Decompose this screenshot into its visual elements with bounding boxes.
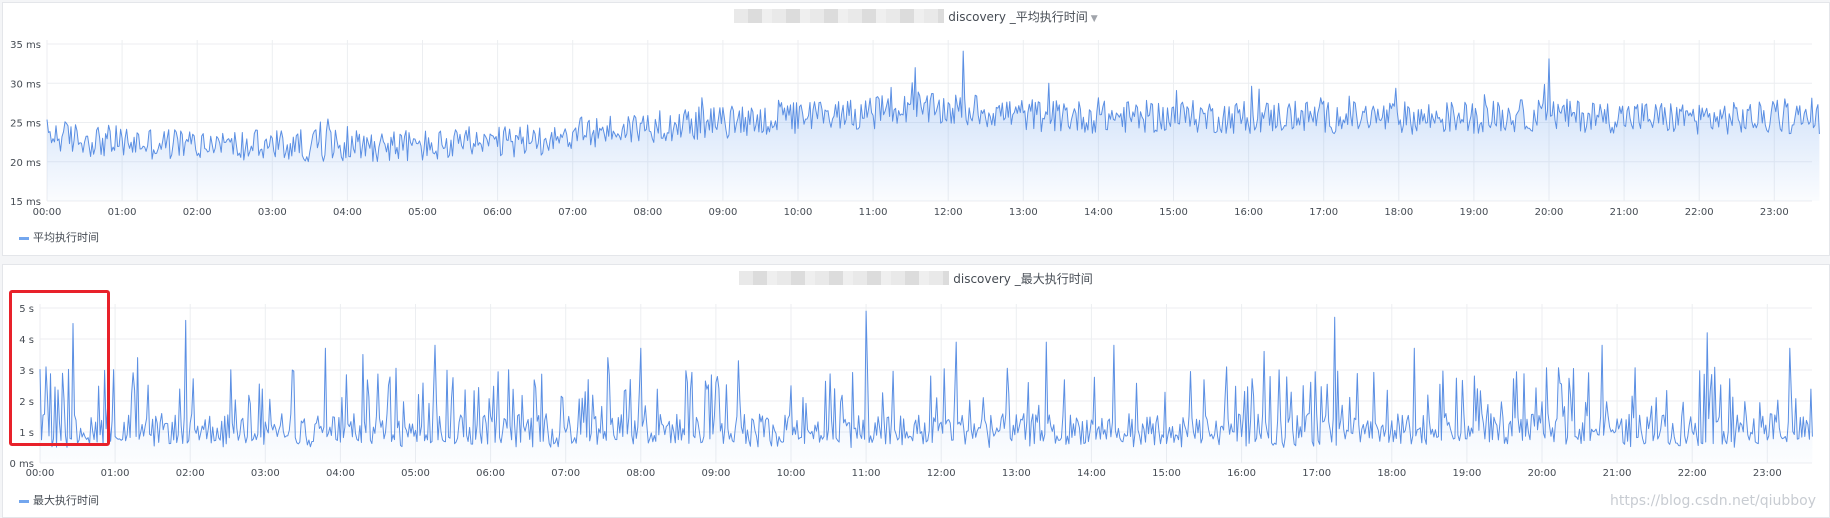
highlight-box: [9, 290, 110, 446]
x-tick-label: 17:00: [1302, 468, 1331, 479]
x-tick-label: 20:00: [1528, 468, 1557, 479]
x-tick-label: 08:00: [626, 468, 655, 479]
x-tick-label: 10:00: [784, 207, 813, 218]
legend-item[interactable]: 平均执行时间: [19, 229, 99, 245]
x-tick-label: 18:00: [1377, 468, 1406, 479]
x-tick-label: 06:00: [476, 468, 505, 479]
legend-label: 最大执行时间: [33, 494, 99, 507]
x-tick-label: 13:00: [1002, 468, 1031, 479]
x-tick-label: 02:00: [183, 207, 212, 218]
x-tick-label: 08:00: [633, 207, 662, 218]
x-tick-label: 01:00: [101, 468, 130, 479]
x-tick-label: 00:00: [26, 468, 55, 479]
x-tick-label: 23:00: [1753, 468, 1782, 479]
y-tick-label: 25 ms: [10, 119, 41, 130]
x-tick-label: 00:00: [33, 207, 62, 218]
legend-swatch: [19, 236, 29, 240]
x-tick-label: 01:00: [108, 207, 137, 218]
x-tick-label: 20:00: [1535, 207, 1564, 218]
x-tick-label: 05:00: [401, 468, 430, 479]
x-tick-label: 12:00: [927, 468, 956, 479]
legend-label: 平均执行时间: [33, 231, 99, 244]
x-tick-label: 03:00: [251, 468, 280, 479]
x-tick-label: 02:00: [176, 468, 205, 479]
series-area: [47, 51, 1820, 201]
y-tick-label: 20 ms: [10, 158, 41, 169]
x-tick-label: 22:00: [1685, 207, 1714, 218]
x-tick-label: 15:00: [1152, 468, 1181, 479]
x-tick-label: 04:00: [326, 468, 355, 479]
watermark: https://blog.csdn.net/qiubboy: [1609, 493, 1816, 509]
x-tick-label: 10:00: [777, 468, 806, 479]
x-tick-label: 23:00: [1760, 207, 1789, 218]
x-tick-label: 14:00: [1077, 468, 1106, 479]
x-tick-label: 11:00: [859, 207, 888, 218]
x-tick-label: 19:00: [1452, 468, 1481, 479]
x-tick-label: 04:00: [333, 207, 362, 218]
x-tick-label: 16:00: [1234, 207, 1263, 218]
x-tick-label: 19:00: [1459, 207, 1488, 218]
legend-swatch: [19, 499, 29, 503]
chart-canvas: 15 ms20 ms25 ms30 ms35 ms00:00 01:00 02:00…: [10, 40, 1820, 479]
y-tick-label: 30 ms: [10, 79, 41, 90]
x-tick-label: 09:00: [708, 207, 737, 218]
x-tick-label: 03:00: [258, 207, 287, 218]
x-tick-label: 22:00: [1678, 468, 1707, 479]
x-tick-label: 16:00: [1227, 468, 1256, 479]
x-tick-label: 21:00: [1610, 207, 1639, 218]
x-tick-label: 14:00: [1084, 207, 1113, 218]
x-tick-label: 05:00: [408, 207, 437, 218]
x-tick-label: 18:00: [1384, 207, 1413, 218]
x-tick-label: 09:00: [701, 468, 730, 479]
legend-item[interactable]: 最大执行时间: [19, 492, 99, 508]
x-tick-label: 15:00: [1159, 207, 1188, 218]
x-tick-label: 17:00: [1309, 207, 1338, 218]
x-tick-label: 21:00: [1603, 468, 1632, 479]
x-tick-label: 06:00: [483, 207, 512, 218]
y-tick-label: 35 ms: [10, 40, 41, 51]
x-tick-label: 13:00: [1009, 207, 1038, 218]
x-tick-label: 07:00: [551, 468, 580, 479]
x-tick-label: 11:00: [852, 468, 881, 479]
x-tick-label: 07:00: [558, 207, 587, 218]
x-tick-label: 12:00: [934, 207, 963, 218]
